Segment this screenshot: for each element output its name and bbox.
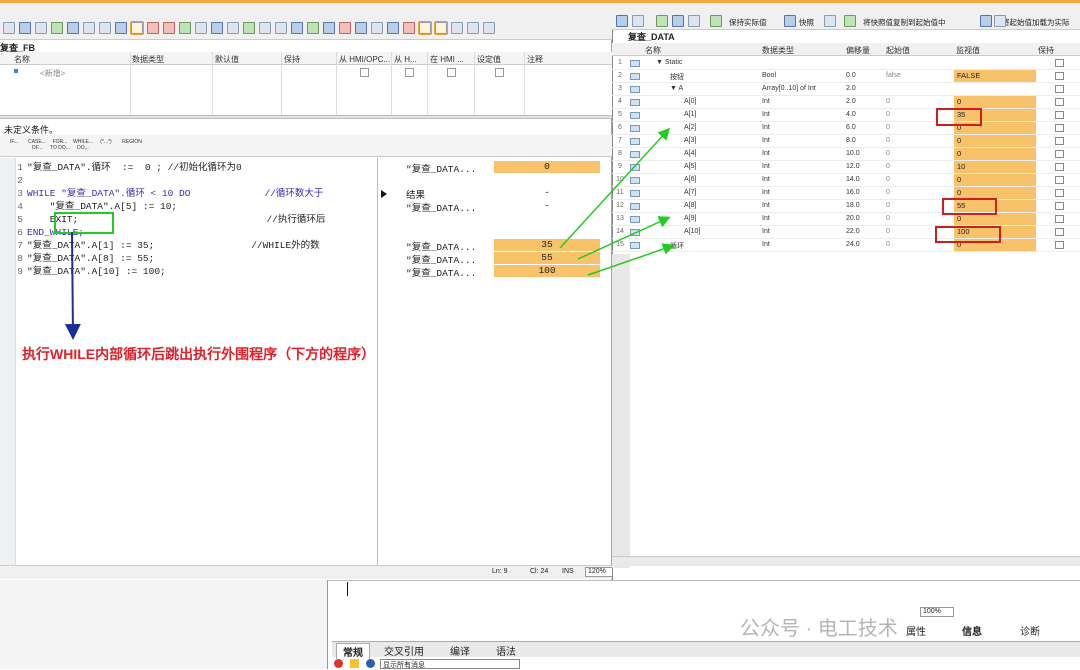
blue-arrow <box>64 231 81 340</box>
green-arrow-a10 <box>587 243 675 276</box>
red-box-a8 <box>942 198 997 215</box>
green-arrow-a8 <box>577 216 671 260</box>
annotation-overlay <box>54 108 1001 340</box>
red-box-a1 <box>936 108 982 126</box>
green-arrow-a1 <box>559 127 671 249</box>
red-box-a10 <box>935 226 1001 243</box>
exit-highlight-box <box>54 212 114 234</box>
